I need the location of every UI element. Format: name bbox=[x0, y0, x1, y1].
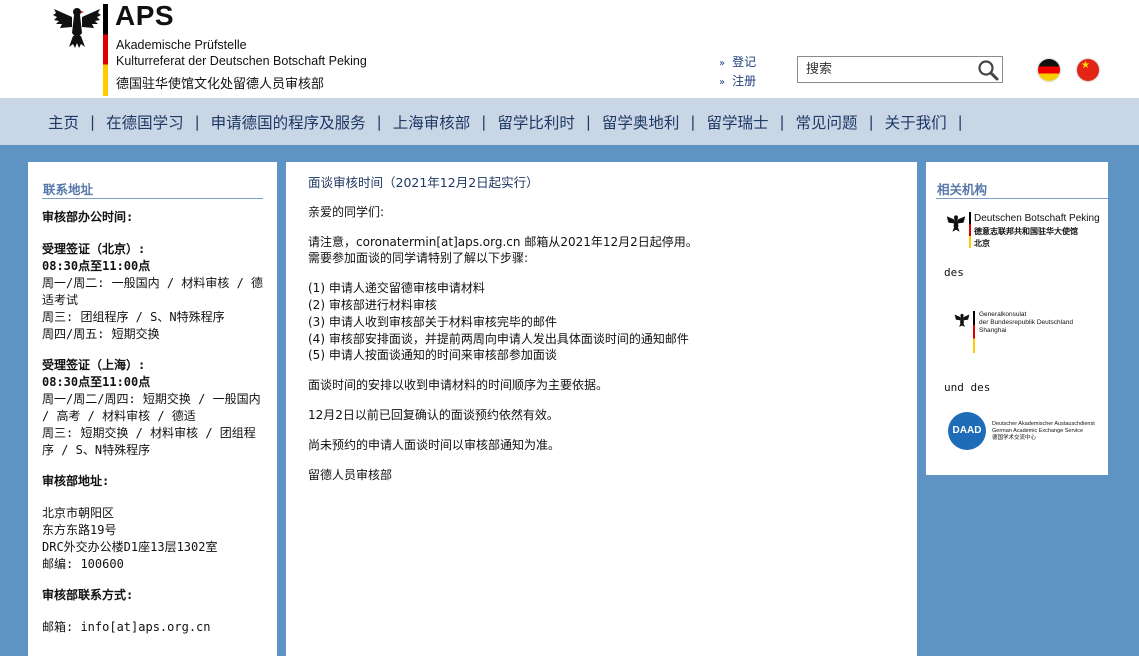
nav-separator: | bbox=[481, 112, 487, 131]
shanghai-line-1: 周一/周二/周四: 短期交换 / 一般国内 / 高考 / 材料审核 / 德适 bbox=[42, 392, 261, 423]
daad-badge-icon: DAAD bbox=[948, 412, 986, 450]
nav-separator: | bbox=[690, 112, 696, 131]
sidebar-title: 联系地址 bbox=[43, 182, 94, 197]
step-item: (2) 审核部进行材料审核 bbox=[308, 298, 437, 312]
embassy-name-cn: 德意志联邦共和国驻华大使馆 bbox=[974, 227, 1078, 236]
brand-name[interactable]: APS bbox=[115, 0, 174, 32]
conjunction-text: und des bbox=[944, 381, 991, 394]
nav-separator: | bbox=[194, 112, 200, 131]
brand-color-bar bbox=[973, 311, 975, 353]
address-line-2: 东方东路19号 bbox=[42, 523, 117, 537]
address-heading: 审核部地址: bbox=[42, 474, 110, 488]
divider bbox=[936, 198, 1108, 199]
embassy-name-de: Deutschen Botschaft Peking bbox=[974, 213, 1100, 224]
login-link[interactable]: » 登记 bbox=[719, 53, 756, 70]
main-article: 面谈审核时间（2021年12月2日起实行） 亲爱的同学们: 请注意，corona… bbox=[286, 162, 917, 656]
search-input[interactable] bbox=[798, 57, 970, 82]
nav-separator: | bbox=[957, 112, 963, 131]
nav-item[interactable]: 在德国学习 bbox=[106, 111, 184, 133]
nav-separator: | bbox=[376, 112, 382, 131]
nav-item[interactable]: 上海审核部 bbox=[393, 111, 471, 133]
embassy-logo[interactable]: Deutschen Botschaft Peking 德意志联邦共和国驻华大使馆… bbox=[946, 210, 1100, 250]
shanghai-line-2: 周三: 短期交换 / 材料审核 / 团组程序 / S、N特殊程序 bbox=[42, 426, 256, 457]
brand-subtitle-3: 德国驻华使馆文化处留德人员审核部 bbox=[116, 76, 325, 91]
brand-subtitle-2: Kulturreferat der Deutschen Botschaft Pe… bbox=[116, 54, 367, 68]
germany-flag-icon[interactable] bbox=[1038, 59, 1060, 81]
nav-separator: | bbox=[779, 112, 785, 131]
greeting: 亲爱的同学们: bbox=[308, 205, 385, 219]
shanghai-hours: 08:30点至11:00点 bbox=[42, 375, 151, 389]
consulate-line-2: der Bundesrepublik Deutschland bbox=[979, 319, 1073, 326]
step-item: (1) 申请人递交留德审核申请材料 bbox=[308, 281, 485, 295]
sidebar-title: 相关机构 bbox=[937, 182, 988, 197]
nav-item[interactable]: 关于我们 bbox=[885, 111, 947, 133]
login-label: 登记 bbox=[732, 55, 757, 69]
double-chevron-right-icon: » bbox=[719, 58, 726, 69]
paragraph-2: 面谈时间的安排以收到申请材料的时间顺序为主要依据。 bbox=[308, 378, 609, 392]
eagle-emblem-icon[interactable] bbox=[52, 3, 102, 49]
nav-item[interactable]: 主页 bbox=[48, 111, 79, 133]
brand-color-bar bbox=[969, 212, 971, 248]
contact-sidebar: 联系地址 审核部办公时间: 受理签证（北京）: 08:30点至11:00点 周一… bbox=[28, 162, 277, 656]
brand-color-bar bbox=[103, 4, 108, 96]
divider bbox=[42, 198, 263, 199]
nav-item[interactable]: 留学瑞士 bbox=[706, 111, 768, 133]
register-label: 注册 bbox=[732, 74, 757, 88]
search-icon[interactable] bbox=[976, 58, 1000, 82]
main-nav: 主页 | 在德国学习 | 申请德国的程序及服务 | 上海审核部 | 留学比利时 | 留学奥地利 | 留学… bbox=[0, 98, 1139, 145]
daad-line-3: 德国学术交流中心 bbox=[992, 435, 1037, 441]
nav-item[interactable]: 常见问题 bbox=[796, 111, 858, 133]
step-item: (4) 审核部安排面谈，并提前两周向申请人发出具体面谈时间的通知邮件 bbox=[308, 332, 689, 346]
beijing-line-3: 周四/周五: 短期交换 bbox=[42, 327, 160, 341]
eagle-emblem-icon bbox=[954, 313, 970, 328]
consulate-line-1: Generalkonsulat bbox=[979, 311, 1027, 318]
conjunction-text: des bbox=[944, 266, 964, 279]
paragraph-1-line-2: 需要参加面谈的同学请特别了解以下步骤: bbox=[308, 251, 529, 265]
consulate-line-3: Shanghai bbox=[979, 327, 1007, 334]
step-item: (3) 申请人收到审核部关于材料审核完毕的邮件 bbox=[308, 315, 557, 329]
brand-subtitle-1: Akademische Prüfstelle bbox=[116, 38, 247, 52]
beijing-line-2: 周三: 团组程序 / S、N特殊程序 bbox=[42, 310, 225, 324]
step-item: (5) 申请人按面谈通知的时间来审核部参加面谈 bbox=[308, 348, 557, 362]
nav-item[interactable]: 留学奥地利 bbox=[602, 111, 680, 133]
nav-items: 主页 | 在德国学习 | 申请德国的程序及服务 | 上海审核部 | 留学比利时 | 留学奥地利 | 留学… bbox=[48, 98, 974, 145]
beijing-heading: 受理签证（北京）: bbox=[42, 242, 146, 256]
address-line-3: DRC外交办公楼D1座13层1302室 bbox=[42, 540, 218, 554]
eagle-emblem-icon bbox=[946, 215, 966, 232]
nav-separator: | bbox=[585, 112, 591, 131]
contact-email[interactable]: 邮箱: info[at]aps.org.cn bbox=[42, 619, 267, 636]
register-link[interactable]: » 注册 bbox=[719, 72, 756, 89]
related-institutions-sidebar: 相关机构 Deutschen Botschaft Peking 德意志联邦共和国… bbox=[926, 162, 1108, 475]
shanghai-heading: 受理签证（上海）: bbox=[42, 358, 146, 372]
daad-logo[interactable]: DAAD Deutscher Akademischer Austauschdie… bbox=[948, 412, 1098, 454]
paragraph-1-line-1: 请注意，coronatermin[at]aps.org.cn 邮箱从2021年1… bbox=[308, 235, 698, 249]
signature: 留德人员审核部 bbox=[308, 468, 393, 482]
paragraph-3: 12月2日以前已回复确认的面谈预约依然有效。 bbox=[308, 408, 559, 422]
article-title: 面谈审核时间（2021年12月2日起实行） bbox=[308, 175, 539, 190]
double-chevron-right-icon: » bbox=[719, 77, 726, 88]
nav-separator: | bbox=[868, 112, 874, 131]
nav-separator: | bbox=[90, 112, 96, 131]
address-line-1: 北京市朝阳区 bbox=[42, 506, 115, 520]
beijing-line-1: 周一/周二: 一般国内 / 材料审核 / 德适考试 bbox=[42, 276, 264, 307]
address-line-4: 邮编: 100600 bbox=[42, 557, 124, 571]
site-header: APS Akademische Prüfstelle Kulturreferat… bbox=[0, 0, 1139, 98]
search-box bbox=[797, 56, 1003, 83]
paragraph-4: 尚未预约的申请人面谈时间以审核部通知为准。 bbox=[308, 438, 561, 452]
nav-item[interactable]: 留学比利时 bbox=[497, 111, 575, 133]
consulate-logo[interactable]: Generalkonsulat der Bundesrepublik Deuts… bbox=[954, 309, 1094, 353]
nav-item[interactable]: 申请德国的程序及服务 bbox=[211, 111, 366, 133]
office-hours-heading: 审核部办公时间: bbox=[42, 210, 134, 224]
china-flag-icon[interactable]: ★ bbox=[1077, 59, 1099, 81]
embassy-city: 北京 bbox=[974, 239, 990, 248]
contact-heading: 审核部联系方式: bbox=[42, 588, 134, 602]
beijing-hours: 08:30点至11:00点 bbox=[42, 259, 151, 273]
